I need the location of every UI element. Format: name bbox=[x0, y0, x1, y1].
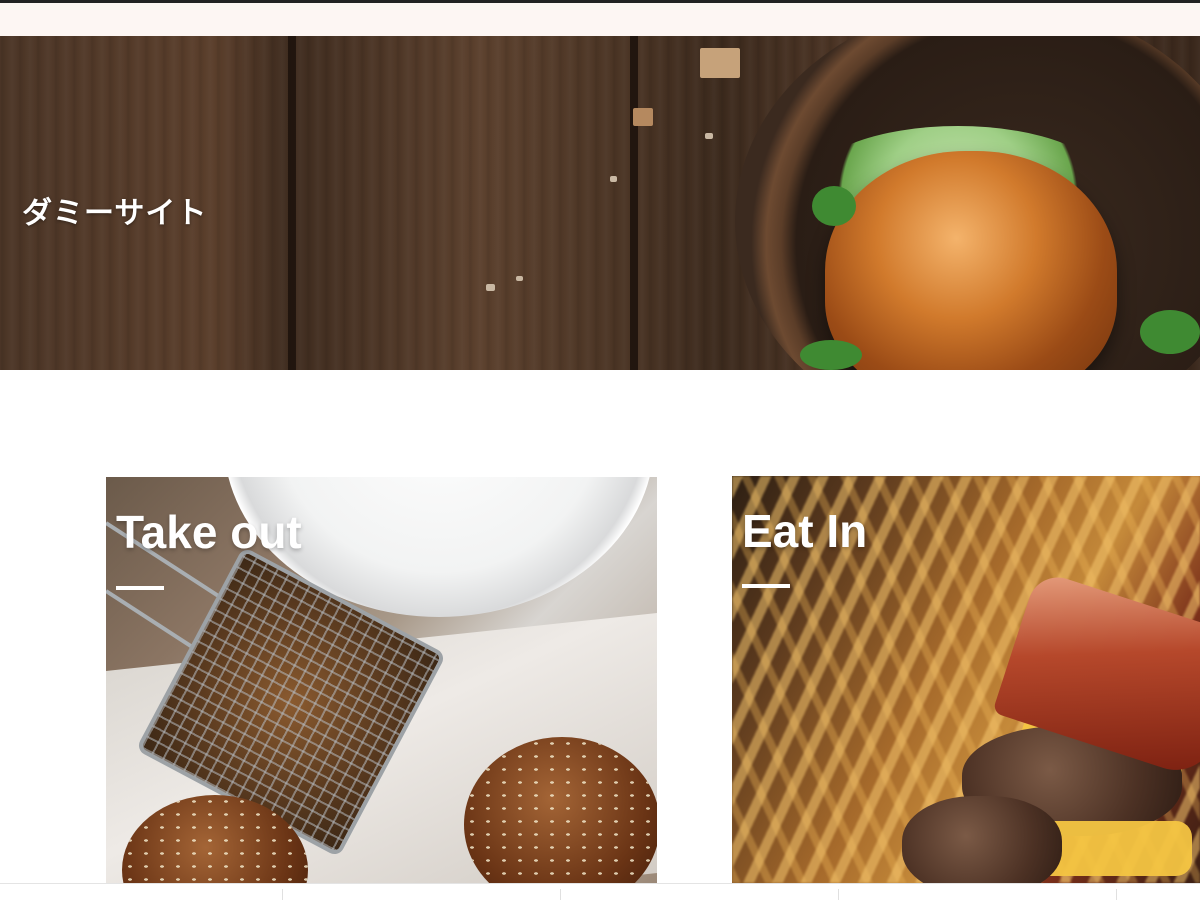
top-strip bbox=[0, 0, 1200, 36]
card-title-eat-in[interactable]: Eat In bbox=[742, 504, 867, 558]
crumb bbox=[633, 108, 653, 126]
crumb bbox=[705, 133, 713, 139]
underline-decoration bbox=[742, 584, 790, 588]
leaf bbox=[812, 186, 856, 226]
underline-decoration bbox=[116, 586, 164, 590]
divider bbox=[560, 889, 561, 900]
plank-gap bbox=[630, 36, 638, 370]
crumb bbox=[700, 48, 740, 78]
card-take-out[interactable]: Take out bbox=[106, 477, 657, 883]
bottom-bar bbox=[0, 883, 1200, 900]
card-title-take-out[interactable]: Take out bbox=[116, 505, 302, 559]
crumb bbox=[610, 176, 617, 182]
hero-banner: ダミーサイト bbox=[0, 36, 1200, 370]
site-title[interactable]: ダミーサイト bbox=[22, 188, 207, 232]
plank-gap bbox=[288, 36, 296, 370]
crumb bbox=[486, 284, 495, 291]
divider bbox=[282, 889, 283, 900]
leaf bbox=[1140, 310, 1200, 354]
divider bbox=[1116, 889, 1117, 900]
divider bbox=[838, 889, 839, 900]
burger-bun bbox=[825, 151, 1117, 370]
burger-patty bbox=[902, 796, 1062, 883]
leaf bbox=[800, 340, 862, 370]
crumb bbox=[516, 276, 523, 281]
